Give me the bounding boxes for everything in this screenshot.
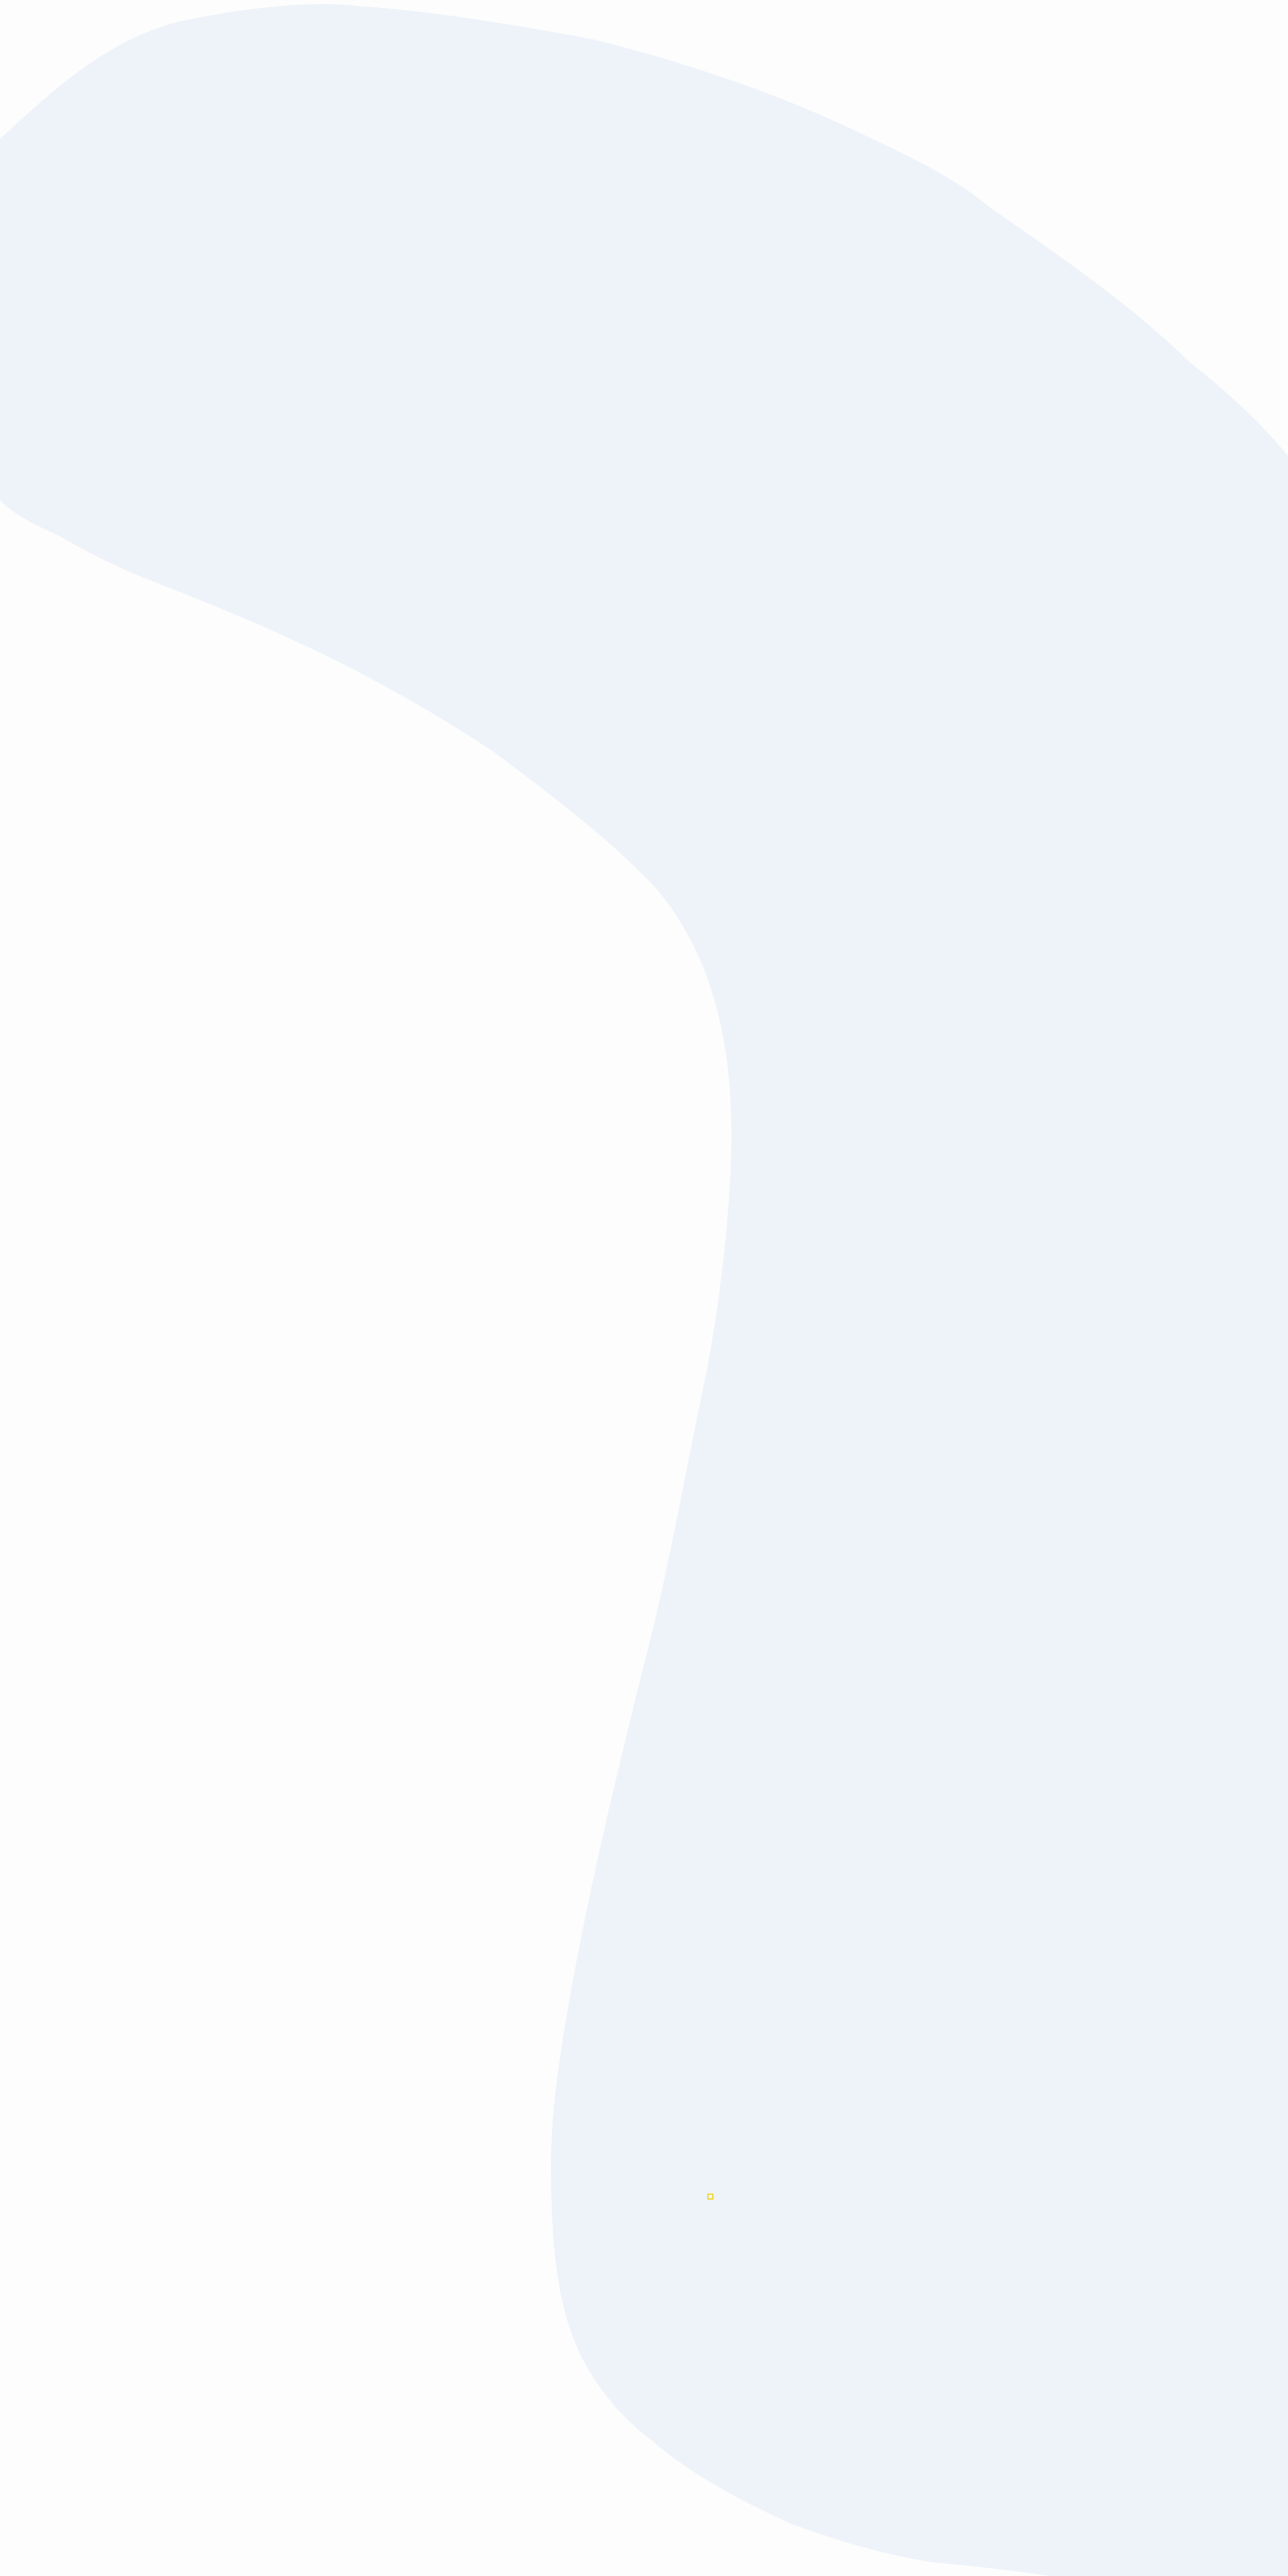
highlight-marker-square [707,2194,713,2200]
background-blob-graphic [0,4,1288,2576]
decorative-blob-shape [0,4,1288,2576]
page-canvas [0,0,1288,2576]
